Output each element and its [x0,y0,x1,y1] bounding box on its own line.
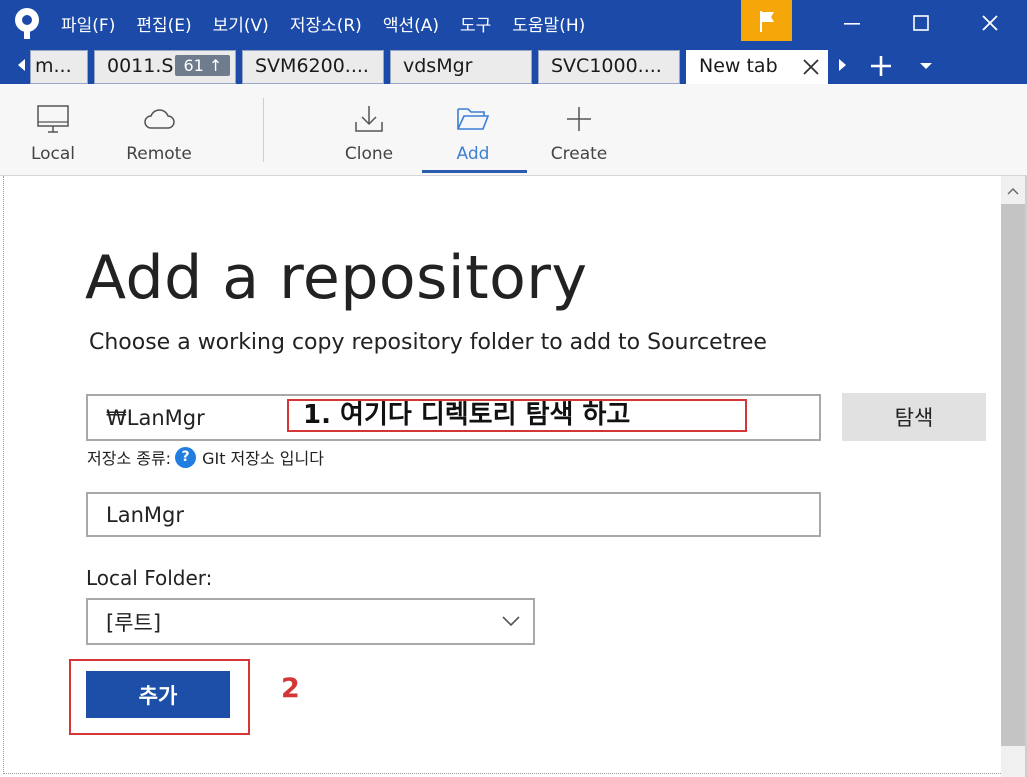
browse-button[interactable]: 탐색 [842,393,986,441]
tab-repo-4[interactable]: vdsMgr [390,50,532,84]
menu-edit[interactable]: 편집(E) [133,7,194,40]
local-folder-label: Local Folder: [86,566,213,590]
help-icon[interactable]: ? [175,446,197,468]
scroll-thumb[interactable] [1001,204,1025,746]
minimize-icon [844,23,860,25]
flag-button[interactable] [741,0,792,41]
menu-tools[interactable]: 도구 [457,7,494,40]
repo-type-prefix: 저장소 종류: [87,449,172,468]
vertical-scrollbar[interactable] [1001,176,1025,777]
tool-create-label: Create [550,144,608,164]
tool-clone-label: Clone [344,144,394,164]
menu-view[interactable]: 보기(V) [210,7,272,40]
tab-repo-1[interactable]: m... [30,50,88,84]
caret-right-icon [839,59,846,71]
tool-local[interactable]: Local [18,84,88,174]
repo-type-text: GIt 저장소 입니다 [202,449,324,468]
tab-repo-2[interactable]: 0011.S 61 ↑ [94,50,236,84]
chevron-up-icon [1007,188,1019,195]
maximize-button[interactable] [887,0,955,46]
annotation-step-2-label: 2 [281,673,300,704]
close-tab-icon[interactable] [801,57,821,77]
local-folder-select[interactable]: [루트] [86,598,535,645]
tab-label: New tab [699,55,778,77]
title-bar: 파일(F) 편집(E) 보기(V) 저장소(R) 액션(A) 도구 도움말(H) [0,0,1027,46]
plus-icon [871,56,891,76]
menu-actions[interactable]: 액션(A) [380,7,442,40]
repository-toolbar: Local Remote Clone Add Create [0,84,1027,176]
tab-list-dropdown-button[interactable] [914,54,938,78]
tab-repo-5[interactable]: SVC1000.... [538,50,680,84]
menu-bar: 파일(F) 편집(E) 보기(V) 저장소(R) 액션(A) 도구 도움말(H) [58,0,603,46]
menu-repository[interactable]: 저장소(R) [287,7,365,40]
folder-open-icon [457,108,490,130]
tab-label: SVC1000.... [551,55,662,77]
tab-label: 0011.S [107,55,174,77]
tab-scroll-right-button[interactable] [833,54,851,76]
tool-remote-label: Remote [126,144,192,164]
maximize-icon [913,15,929,31]
download-icon [355,106,383,132]
tab-bar: m... 0011.S 61 ↑ SVM6200.... vdsMgr SVC10… [0,46,1027,84]
new-tab-button[interactable] [866,52,896,80]
tool-create[interactable]: Create [544,84,614,174]
caret-left-icon [18,59,25,71]
minimize-button[interactable] [818,0,886,46]
menu-file[interactable]: 파일(F) [58,7,118,40]
close-window-button[interactable] [956,0,1024,46]
toolbar-divider [263,98,264,162]
tab-label: vdsMgr [403,55,473,77]
page-title: Add a repository [85,243,588,313]
scroll-up-button[interactable] [1001,180,1025,202]
name-value: LanMgr [106,502,184,527]
tool-local-label: Local [30,144,76,164]
menu-help[interactable]: 도움말(H) [509,7,588,40]
repository-type-row: 저장소 종류: ? GIt 저장소 입니다 [87,446,324,468]
local-folder-selected: [루트] [106,610,162,635]
pending-push-badge: 61 ↑ [175,55,231,76]
add-repository-button[interactable]: 추가 [86,671,230,718]
monitor-icon [37,105,69,133]
tool-clone[interactable]: Clone [334,84,404,174]
tab-label: m... [35,55,72,77]
cloud-icon [144,109,175,129]
tab-new-tab[interactable]: New tab [686,50,828,84]
caret-down-icon [920,63,932,69]
plus-icon [567,107,591,131]
tool-remote[interactable]: Remote [118,84,200,174]
chevron-down-icon [502,616,520,627]
path-value: ₩LanMgr [106,405,205,430]
tab-scroll-left-button[interactable] [12,54,32,76]
bookmark-name-input[interactable]: LanMgr [86,492,821,537]
selected-tool-indicator [422,170,527,173]
tab-label: SVM6200.... [255,55,369,77]
sourcetree-logo-icon[interactable] [10,6,44,40]
close-icon [982,15,998,31]
flag-icon [759,10,774,32]
annotation-step-1: 1. 여기다 디렉토리 탐색 하고 [287,399,747,432]
tool-add[interactable]: Add [438,84,508,174]
tab-repo-3[interactable]: SVM6200.... [242,50,384,84]
page-subtitle: Choose a working copy repository folder … [89,330,767,355]
tool-add-label: Add [456,144,490,164]
